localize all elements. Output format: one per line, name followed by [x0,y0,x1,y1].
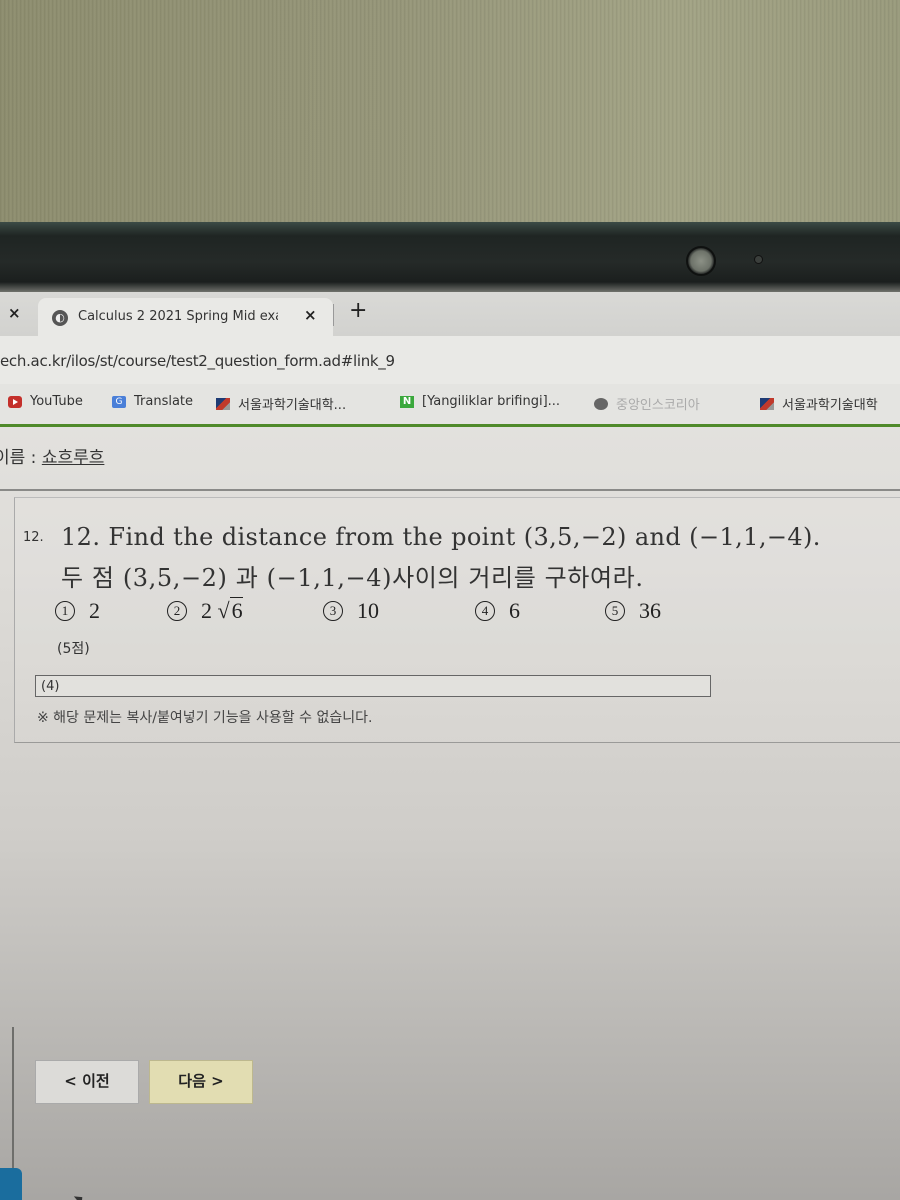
choice-2: 2 2 √6 [167,597,243,624]
bookmark-label: 서울과학기술대학 [782,398,878,413]
browser-window: × ◐ Calculus 2 2021 Spring Mid exam × + … [0,292,900,1200]
tab-separator [333,304,334,326]
choice-4: 4 6 [475,598,520,624]
bookmark-label: YouTube [30,394,83,409]
circled-number-3: 3 [323,601,343,621]
sqrt-radicand: 6 [229,597,243,623]
bookmarks-bar: YouTube G Translate 서울과학기술대학... N [Yangi… [0,384,900,427]
choice-value: 2 √6 [201,597,243,623]
exam-page: 이름 : 쇼흐루흐 12. 12. Find the distance from… [0,427,900,1200]
wall-background [0,0,900,222]
answer-choices: 1 2 2 2 √6 3 10 4 6 5 36 [55,597,755,628]
next-button[interactable]: 다음 > [149,1060,253,1104]
bookmark-seoultech-2[interactable]: 서울과학기술대학 [760,394,878,413]
mouse-cursor-icon [73,1192,87,1200]
choice-value: 10 [357,598,379,623]
choice-value: 2 [89,598,100,623]
close-tab-icon[interactable]: × [304,306,317,324]
prev-button[interactable]: < 이전 [35,1060,139,1104]
divider [0,489,900,491]
question-text-ko: 두 점 (3,5,−2) 과 (−1,1,−4)사이의 거리를 구하여라. [61,564,644,592]
naver-icon: N [400,395,414,408]
bookmark-translate[interactable]: G Translate [112,394,193,409]
circled-number-4: 4 [475,601,495,621]
student-name: 이름 : 쇼흐루흐 [0,443,104,468]
youtube-icon [8,395,22,408]
laptop-bezel [0,222,900,292]
bookmark-joongang[interactable]: 중앙인스코리아 [594,394,700,413]
sensor-icon [754,255,763,264]
circled-number-5: 5 [605,601,625,621]
url-text[interactable]: ech.ac.kr/ilos/st/course/test2_question_… [0,352,395,370]
circled-number-2: 2 [167,601,187,621]
globe-icon: ◐ [52,310,68,326]
bookmark-yangiliklar[interactable]: N [Yangiliklar brifingi]... [400,394,560,409]
bookmark-label: 서울과학기술대학... [238,398,347,413]
close-icon[interactable]: × [8,304,21,322]
bookmark-seoultech[interactable]: 서울과학기술대학... [216,394,346,413]
name-label: 이름 : [0,448,37,468]
answer-input[interactable]: (4) [35,675,711,697]
tab-strip: × ◐ Calculus 2 2021 Spring Mid exam × + [0,292,900,336]
bookmark-label: 중앙인스코리아 [616,398,700,413]
choice-5: 5 36 [605,598,661,624]
globe-icon [594,397,608,410]
name-value: 쇼흐루흐 [41,448,105,468]
seoultech-icon [216,397,230,410]
bookmark-label: [Yangiliklar brifingi]... [422,394,561,409]
tab-calculus-exam[interactable]: ◐ Calculus 2 2021 Spring Mid exam × [38,298,333,336]
bookmark-label: Translate [134,394,194,409]
tab-title: Calculus 2 2021 Spring Mid exam [78,309,278,324]
address-bar[interactable]: ech.ac.kr/ilos/st/course/test2_question_… [0,336,900,384]
bookmark-youtube[interactable]: YouTube [8,394,83,409]
seoultech-icon [760,397,774,410]
question-text-en: 12. Find the distance from the point (3,… [61,523,821,551]
choice-coefficient: 2 [201,598,212,623]
taskbar-corner [0,1168,22,1200]
points-label: (5점) [57,641,90,657]
choice-1: 1 2 [55,598,100,624]
choice-value: 6 [509,598,520,623]
question-number: 12. [23,530,44,545]
translate-icon: G [112,395,126,408]
webcam-icon [686,246,716,276]
copy-paste-notice: ※ 해당 문제는 복사/붙여넣기 기능을 사용할 수 없습니다. [37,710,373,726]
question-panel: 12. 12. Find the distance from the point… [14,497,900,743]
circled-number-1: 1 [55,601,75,621]
choice-3: 3 10 [323,598,379,624]
new-tab-button[interactable]: + [349,298,367,323]
choice-value: 36 [639,598,661,623]
